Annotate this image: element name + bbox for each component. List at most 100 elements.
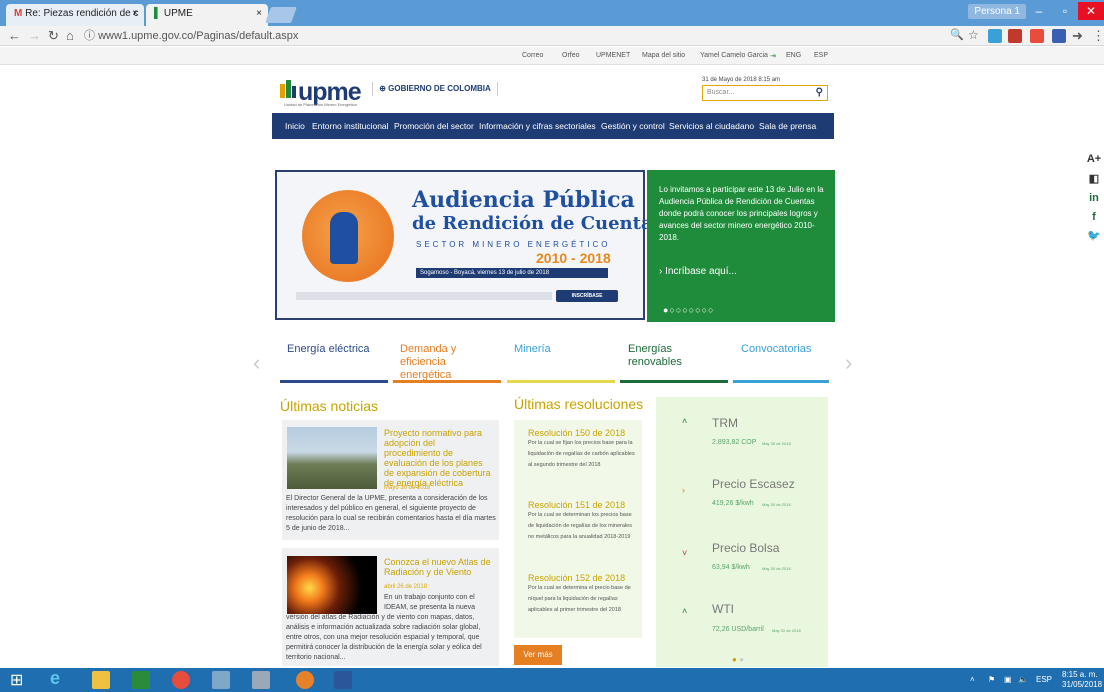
clock-time[interactable]: 8:15 a. m.: [1062, 670, 1098, 679]
indicator-value: 419,26 $/kwh: [712, 500, 754, 507]
link-correo[interactable]: Correo: [522, 52, 543, 59]
zoom-icon[interactable]: 🔍: [950, 28, 964, 41]
profile-button[interactable]: Persona 1: [968, 4, 1026, 19]
linkedin-icon[interactable]: in: [1084, 189, 1104, 207]
indicator-date: May 31 de 2018: [772, 628, 801, 633]
extension-icon[interactable]: [1008, 29, 1022, 43]
upme-logo-mark-icon: [280, 80, 296, 98]
firefox-icon[interactable]: [296, 671, 314, 689]
url-input[interactable]: ⓘ www1.upme.gov.co/Paginas/default.aspx: [84, 28, 944, 44]
menu-promocion[interactable]: Promoción del sector: [394, 121, 474, 131]
site-search-input[interactable]: Buscar... ⚲: [702, 85, 828, 101]
menu-entorno[interactable]: Entorno institucional: [312, 121, 389, 131]
indicator-name: Precio Bolsa: [712, 541, 780, 555]
flag-icon[interactable]: ⚑: [988, 675, 995, 684]
cat-bar: [393, 380, 501, 383]
cat-renovables[interactable]: Energías renovables: [628, 343, 698, 369]
network-icon[interactable]: ▣: [1004, 675, 1012, 684]
cat-mineria[interactable]: Minería: [514, 343, 551, 356]
user-name[interactable]: Yamel Camelo Garcia: [700, 52, 768, 59]
link-mapa-sitio[interactable]: Mapa del sitio: [642, 52, 685, 59]
link-upmenet[interactable]: UPMENET: [596, 52, 630, 59]
paint-icon[interactable]: [252, 671, 270, 689]
chrome-icon[interactable]: [172, 671, 190, 689]
extension-icon[interactable]: [1052, 29, 1066, 43]
tab-upme[interactable]: ▌ UPME ×: [146, 4, 268, 26]
cat-convocatorias[interactable]: Convocatorias: [741, 343, 811, 356]
menu-gestion[interactable]: Gestión y control: [601, 121, 665, 131]
calendar-extension-icon[interactable]: [1030, 29, 1044, 43]
home-icon[interactable]: ⌂: [66, 28, 74, 43]
tray-chevron-icon[interactable]: ˄: [970, 675, 975, 684]
chevron-left-icon[interactable]: ‹: [253, 350, 260, 376]
tab-label: UPME: [163, 8, 193, 19]
menu-sala-prensa[interactable]: Sala de prensa: [759, 121, 816, 131]
cat-demanda[interactable]: Demanda y eficiencia energética: [400, 343, 478, 382]
minimize-icon[interactable]: –: [1026, 2, 1052, 20]
share-icon[interactable]: ➜: [1072, 28, 1083, 44]
word-icon[interactable]: [334, 671, 352, 689]
trend-flat-icon: ›: [682, 485, 685, 495]
clock-date[interactable]: 31/05/2018: [1062, 680, 1102, 689]
facebook-icon[interactable]: f: [1084, 208, 1104, 226]
volume-icon[interactable]: 🔈: [1018, 675, 1028, 684]
indicator-value: 2.893,82 COP: [712, 439, 757, 446]
resolucion-title[interactable]: Resolución 151 de 2018: [528, 500, 625, 510]
resolucion-body: Por la cual se determina el precio base …: [528, 585, 631, 613]
windows-start-icon[interactable]: ⊞: [10, 670, 23, 690]
carousel-dots[interactable]: ●○○○○○○○: [663, 305, 715, 315]
logout-icon[interactable]: ⇥: [770, 52, 776, 60]
gobierno-logo: ⊕ GOBIERNO DE COLOMBIA: [372, 82, 498, 96]
tab-gmail[interactable]: M Re: Piezas rendición de c ×: [6, 4, 144, 26]
close-tab-icon[interactable]: ×: [256, 8, 262, 19]
gmail-icon: M: [14, 8, 23, 19]
banner-subtitle: de Rendición de Cuentas: [412, 213, 663, 234]
resolucion-title[interactable]: Resolución 152 de 2018: [528, 573, 625, 583]
resolucion-title[interactable]: Resolución 150 de 2018: [528, 428, 625, 438]
store-icon[interactable]: [132, 671, 150, 689]
link-orfeo[interactable]: Orfeo: [562, 52, 580, 59]
language-indicator[interactable]: ESP: [1036, 675, 1052, 684]
indicator-date: May 30 de 2018: [762, 566, 791, 571]
cat-energia-electrica[interactable]: Energía eléctrica: [287, 343, 370, 356]
inscribase-link[interactable]: › Incríbase aquí...: [659, 266, 737, 277]
app-icon[interactable]: [212, 671, 230, 689]
banner-title: Audiencia Pública: [412, 187, 635, 213]
news-thumbnail[interactable]: [287, 556, 377, 614]
forward-icon[interactable]: →: [28, 28, 41, 43]
back-icon[interactable]: ←: [8, 28, 21, 43]
indicator-date: May 30 de 2018: [762, 502, 791, 507]
menu-inicio[interactable]: Inicio: [285, 121, 305, 131]
file-explorer-icon[interactable]: [92, 671, 110, 689]
maximize-icon[interactable]: ▫: [1052, 2, 1078, 20]
news-thumbnail[interactable]: [287, 427, 377, 489]
ver-mas-button[interactable]: Ver más: [514, 645, 562, 665]
menu-icon[interactable]: ⋮: [1092, 28, 1104, 44]
contrast-icon[interactable]: ◧: [1084, 170, 1104, 188]
chevron-right-icon[interactable]: ›: [845, 350, 852, 376]
new-tab-button[interactable]: [265, 7, 297, 23]
news-body-top: En un trabajo conjunto con el IDEAM, se …: [384, 594, 476, 611]
news-title[interactable]: Proyecto normativo para adopción del pro…: [384, 428, 494, 488]
menu-servicios[interactable]: Servicios al ciudadano: [669, 121, 754, 131]
news-title[interactable]: Conozca el nuevo Atlas de Radiación y de…: [384, 557, 494, 577]
news-body: versión del atlas de Radiación y de vien…: [286, 614, 482, 661]
gobierno-text: GOBIERNO DE COLOMBIA: [388, 84, 491, 93]
trend-up-icon: ˄: [682, 416, 688, 426]
reload-icon[interactable]: ↻: [48, 28, 59, 44]
twitter-icon[interactable]: 🐦: [1084, 227, 1104, 245]
close-window-icon[interactable]: ✕: [1078, 2, 1104, 20]
announcement-text: Lo invitamos a participar este 13 de Jul…: [659, 185, 824, 242]
lang-eng[interactable]: ENG: [786, 52, 801, 59]
news-date: Mayo 30 de 2018: [384, 485, 431, 491]
banner-inscribase-button[interactable]: INSCRÍBASE: [556, 290, 618, 302]
search-icon[interactable]: ⚲: [816, 87, 823, 98]
font-size-icon[interactable]: A+: [1084, 150, 1104, 168]
menu-informacion[interactable]: Información y cifras sectoriales: [479, 121, 596, 131]
bookmark-star-icon[interactable]: ☆: [968, 28, 979, 42]
ie-icon[interactable]: e: [50, 668, 60, 689]
lang-esp[interactable]: ESP: [814, 52, 828, 59]
extension-icon[interactable]: [988, 29, 1002, 43]
close-tab-icon[interactable]: ×: [132, 8, 138, 19]
indicator-pager-dots[interactable]: ● ●: [732, 655, 744, 664]
